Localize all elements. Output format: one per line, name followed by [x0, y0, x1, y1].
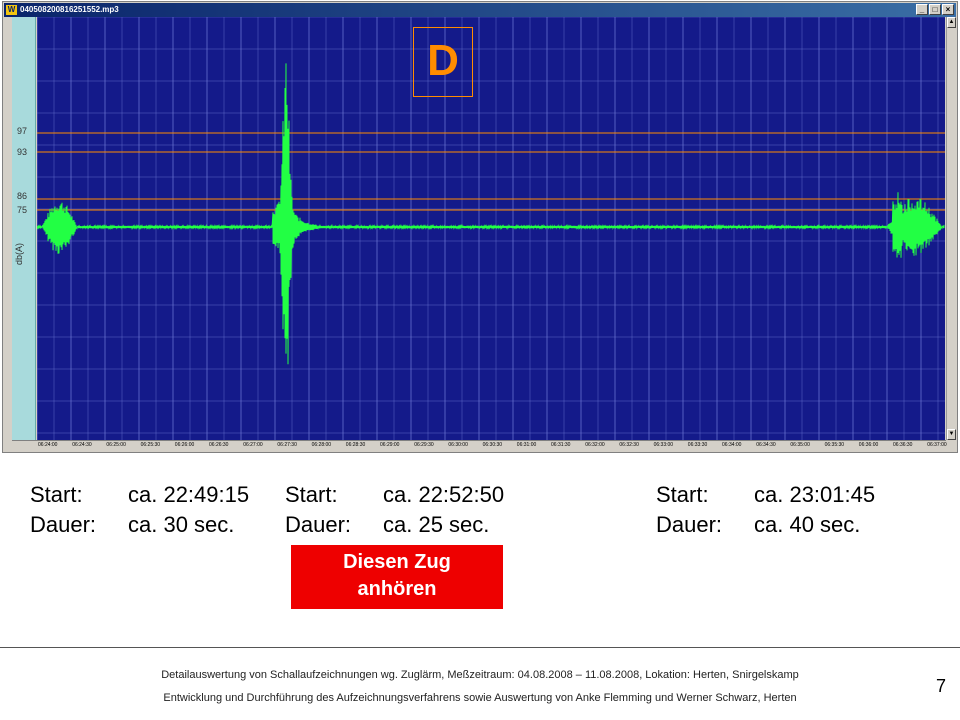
event-info-3: Start: ca. 23:01:45 Dauer: ca. 40 sec.	[656, 480, 875, 540]
app-icon: W	[6, 5, 17, 15]
level-unit-label: db(A)	[14, 242, 24, 265]
duration-value: ca. 30 sec.	[128, 512, 235, 537]
timeline-tick-label: 06:24:00	[38, 442, 58, 448]
page-number: 7	[936, 676, 947, 696]
event-info-1: Start: ca. 22:49:15 Dauer: ca. 30 sec.	[30, 480, 249, 540]
duration-label: Dauer:	[656, 512, 723, 537]
timeline-tick-label: 06:34:00	[722, 442, 742, 448]
timeline-tick-label: 06:26:30	[209, 442, 229, 448]
timeline-tick-label: 06:26:00	[174, 442, 195, 448]
level-scale: 97 93 86 75 db(A)	[12, 17, 36, 440]
start-value: ca. 22:49:15	[128, 482, 250, 507]
listen-button-line1: Diesen Zug	[343, 551, 451, 573]
scroll-up-button[interactable]: ▲	[947, 17, 956, 28]
waveform-view[interactable]	[37, 17, 945, 440]
start-value: ca. 23:01:45	[754, 482, 876, 507]
duration-value: ca. 40 sec.	[754, 512, 861, 537]
timeline-tick-label: 06:32:00	[585, 442, 605, 448]
listen-train-button[interactable]: Diesen Zug anhören	[291, 545, 503, 609]
vertical-scrollbar[interactable]: ▲ ▼	[946, 17, 956, 440]
timeline-tick-label: 06:27:00	[243, 442, 263, 448]
close-button[interactable]: ×	[942, 4, 954, 15]
waveform-svg	[37, 17, 945, 440]
timeline-tick-label: 06:30:30	[482, 442, 503, 448]
timeline-tick-label: 06:24:30	[72, 442, 92, 448]
timeline-tick-label: 06:35:00	[790, 442, 810, 448]
duration-label: Dauer:	[30, 512, 97, 537]
level-tick: 97	[17, 126, 28, 136]
timeline-tick-label: 06:36:00	[858, 442, 879, 448]
footer-line-2: Entwicklung und Durchführung des Aufzeic…	[163, 692, 797, 704]
timeline-tick-label: 06:32:30	[619, 442, 639, 448]
timeline-tick-label: 06:33:30	[687, 442, 708, 448]
footer-line-1: Detailauswertung von Schallaufzeichnunge…	[161, 669, 799, 681]
timeline-tick-label: 06:28:30	[345, 442, 366, 448]
timeline-tick-label: 06:25:00	[106, 442, 126, 448]
timeline-tick-label: 06:27:30	[277, 442, 297, 448]
start-label: Start:	[30, 482, 83, 507]
timeline-tick-label: 06:25:30	[140, 442, 161, 448]
timeline-tick-label: 06:31:00	[516, 442, 537, 448]
timeline-tick-label: 06:36:30	[893, 442, 913, 448]
timeline-tick-label: 06:33:00	[653, 442, 674, 448]
window-title: 040508200816251552.mp3	[20, 5, 119, 14]
maximize-button[interactable]: □	[929, 4, 941, 15]
scroll-down-button[interactable]: ▼	[947, 429, 956, 440]
timeline-tick-label: 06:34:30	[756, 442, 776, 448]
start-label: Start:	[656, 482, 709, 507]
marker-label: D	[427, 36, 459, 85]
footer-divider	[0, 647, 960, 648]
timeline-tick-label: 06:35:30	[824, 442, 845, 448]
duration-label: Dauer:	[285, 512, 352, 537]
window-titlebar[interactable]: W 040508200816251552.mp3 _ □ ×	[4, 3, 956, 17]
start-label: Start:	[285, 482, 338, 507]
timeline-tick-label: 06:31:30	[551, 442, 571, 448]
level-tick: 75	[17, 205, 28, 215]
timeline-tick-label: 06:37:00	[927, 442, 947, 448]
timeline-tick-label: 06:30:00	[448, 442, 468, 448]
window-controls: _ □ ×	[916, 4, 954, 15]
duration-value: ca. 25 sec.	[383, 512, 490, 537]
timeline-tick-label: 06:29:00	[380, 442, 400, 448]
timeline-ruler[interactable]: 06:24:00 06:24:30 06:25:00 06:25:30 06:26:00…	[12, 440, 947, 451]
timeline-tick-label: 06:28:00	[311, 442, 332, 448]
event-info-2: Start: ca. 22:52:50 Dauer: ca. 25 sec.	[285, 480, 504, 540]
listen-button-line2: anhören	[357, 578, 437, 600]
timeline-tick-label: 06:29:30	[414, 442, 434, 448]
marker-box: D	[413, 27, 473, 97]
level-tick: 86	[17, 191, 28, 201]
level-tick: 93	[17, 147, 28, 157]
start-value: ca. 22:52:50	[383, 482, 505, 507]
minimize-button[interactable]: _	[916, 4, 928, 15]
